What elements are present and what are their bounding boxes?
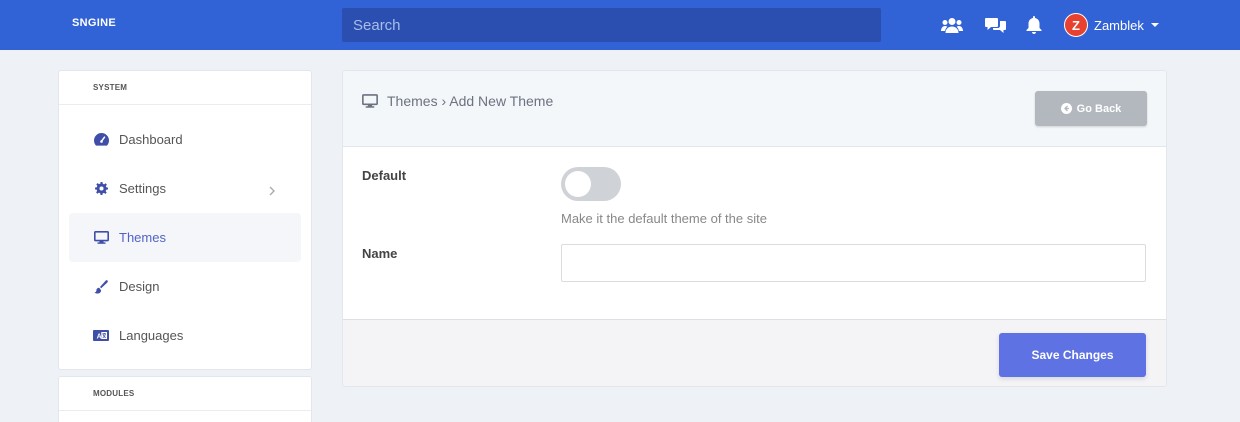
page-title: Themes › Add New Theme bbox=[387, 93, 554, 109]
name-label: Name bbox=[362, 246, 398, 261]
top-navbar: SNGINE Z Zamblek bbox=[0, 0, 1240, 50]
dashboard-icon bbox=[93, 132, 109, 148]
sidebar-item-label: Dashboard bbox=[119, 132, 183, 147]
avatar: Z bbox=[1064, 13, 1088, 37]
arrow-left-circle-icon bbox=[1060, 103, 1072, 114]
language-icon: A bbox=[93, 328, 109, 344]
save-changes-button[interactable]: Save Changes bbox=[999, 333, 1146, 377]
brush-icon bbox=[93, 279, 109, 295]
sidebar-header-modules: MODULES bbox=[59, 377, 311, 411]
site-logo[interactable]: SNGINE bbox=[72, 17, 116, 29]
search-box[interactable] bbox=[342, 8, 881, 42]
go-back-button[interactable]: Go Back bbox=[1035, 91, 1147, 126]
gear-icon bbox=[93, 181, 109, 197]
sidebar-item-settings[interactable]: Settings bbox=[69, 164, 301, 213]
user-menu[interactable]: Z Zamblek bbox=[1064, 13, 1159, 37]
name-field[interactable] bbox=[561, 244, 1146, 282]
default-label: Default bbox=[362, 168, 407, 183]
card-footer: Save Changes bbox=[343, 319, 1166, 386]
add-theme-card: Themes › Add New Theme Go Back Default M… bbox=[342, 70, 1167, 387]
sidebar-item-label: Languages bbox=[119, 328, 184, 343]
sidebar-item-label: Settings bbox=[119, 181, 166, 196]
friends-icon[interactable] bbox=[941, 14, 963, 36]
search-input[interactable] bbox=[353, 16, 870, 34]
default-toggle[interactable] bbox=[561, 167, 621, 201]
chevron-right-icon bbox=[269, 183, 275, 201]
messages-icon[interactable] bbox=[984, 14, 1006, 36]
sidebar-system-card: SYSTEM Dashboard Settings Themes Design … bbox=[58, 70, 312, 370]
go-back-label: Go Back bbox=[1076, 102, 1122, 115]
sidebar-item-label: Themes bbox=[119, 230, 166, 245]
breadcrumb: Themes › Add New Theme bbox=[362, 93, 553, 109]
monitor-icon bbox=[93, 230, 109, 246]
default-help-text: Make it the default theme of the site bbox=[561, 211, 767, 226]
sidebar-modules-card: MODULES bbox=[58, 376, 312, 422]
notifications-icon[interactable] bbox=[1023, 14, 1045, 36]
monitor-icon bbox=[362, 94, 378, 108]
sidebar-header-system: SYSTEM bbox=[59, 71, 311, 105]
sidebar-item-label: Design bbox=[119, 279, 160, 294]
sidebar-item-dashboard[interactable]: Dashboard bbox=[69, 115, 301, 164]
username: Zamblek bbox=[1094, 17, 1144, 33]
chevron-down-icon bbox=[1150, 23, 1159, 27]
sidebar-item-themes[interactable]: Themes bbox=[69, 213, 301, 262]
toggle-knob bbox=[565, 171, 591, 197]
svg-text:A: A bbox=[97, 333, 102, 340]
card-header: Themes › Add New Theme Go Back bbox=[343, 71, 1166, 147]
sidebar-item-design[interactable]: Design bbox=[69, 262, 301, 311]
sidebar-item-languages[interactable]: A Languages bbox=[69, 311, 301, 360]
